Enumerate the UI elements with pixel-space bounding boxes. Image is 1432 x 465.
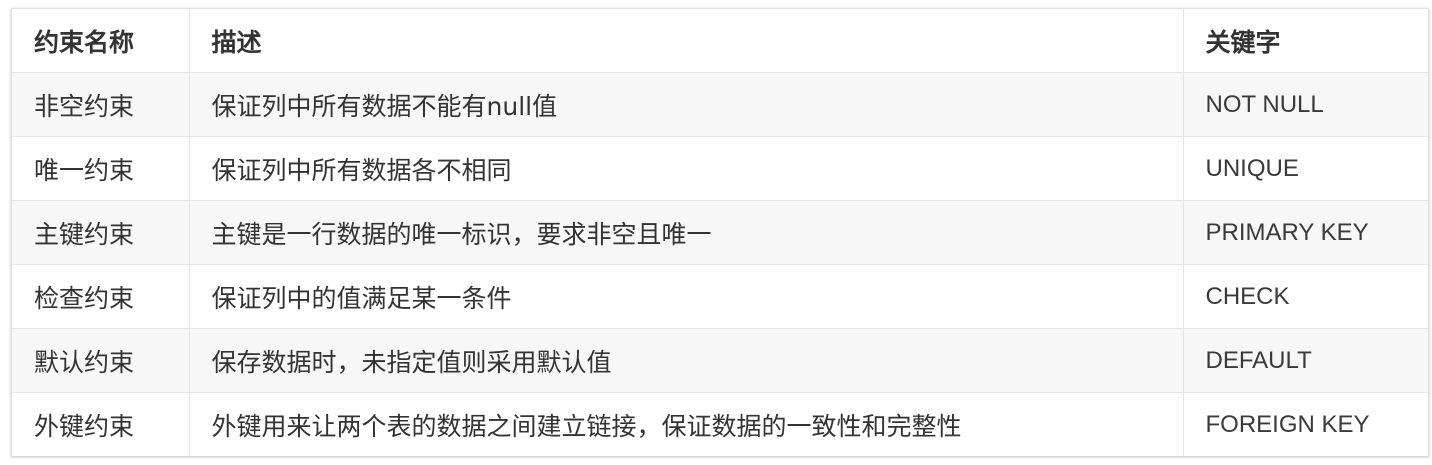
cell-description: 保证列中所有数据不能有null值 xyxy=(189,72,1184,137)
cell-keyword: FOREIGN KEY xyxy=(1183,392,1428,456)
header-keyword: 关键字 xyxy=(1183,9,1428,73)
table-row: 默认约束 保存数据时，未指定值则采用默认值 DEFAULT xyxy=(12,328,1428,393)
cell-description: 保存数据时，未指定值则采用默认值 xyxy=(189,328,1184,393)
table-row: 外键约束 外键用来让两个表的数据之间建立链接，保证数据的一致性和完整性 FORE… xyxy=(12,392,1428,456)
cell-keyword: NOT NULL xyxy=(1183,72,1428,137)
table-row: 主键约束 主键是一行数据的唯一标识，要求非空且唯一 PRIMARY KEY xyxy=(12,200,1428,265)
constraints-table: 约束名称 描述 关键字 非空约束 保证列中所有数据不能有null值 NOT NU… xyxy=(12,9,1428,456)
cell-description: 保证列中的值满足某一条件 xyxy=(189,264,1184,329)
cell-constraint-name: 默认约束 xyxy=(12,328,190,393)
cell-constraint-name: 检查约束 xyxy=(12,264,190,329)
cell-constraint-name: 唯一约束 xyxy=(12,136,190,201)
table-header-row: 约束名称 描述 关键字 xyxy=(12,9,1428,73)
table-row: 唯一约束 保证列中所有数据各不相同 UNIQUE xyxy=(12,136,1428,201)
cell-constraint-name: 外键约束 xyxy=(12,392,190,456)
cell-constraint-name: 非空约束 xyxy=(12,72,190,137)
cell-keyword: UNIQUE xyxy=(1183,136,1428,201)
header-description: 描述 xyxy=(189,9,1184,73)
cell-description: 外键用来让两个表的数据之间建立链接，保证数据的一致性和完整性 xyxy=(189,392,1184,456)
table-row: 非空约束 保证列中所有数据不能有null值 NOT NULL xyxy=(12,72,1428,137)
cell-description: 保证列中所有数据各不相同 xyxy=(189,136,1184,201)
cell-keyword: CHECK xyxy=(1183,264,1428,329)
header-constraint-name: 约束名称 xyxy=(12,9,190,73)
cell-constraint-name: 主键约束 xyxy=(12,200,190,265)
constraints-table-container: 约束名称 描述 关键字 非空约束 保证列中所有数据不能有null值 NOT NU… xyxy=(11,8,1429,456)
cell-keyword: DEFAULT xyxy=(1183,328,1428,393)
cell-keyword: PRIMARY KEY xyxy=(1183,200,1428,265)
cell-description: 主键是一行数据的唯一标识，要求非空且唯一 xyxy=(189,200,1184,265)
table-row: 检查约束 保证列中的值满足某一条件 CHECK xyxy=(12,264,1428,329)
